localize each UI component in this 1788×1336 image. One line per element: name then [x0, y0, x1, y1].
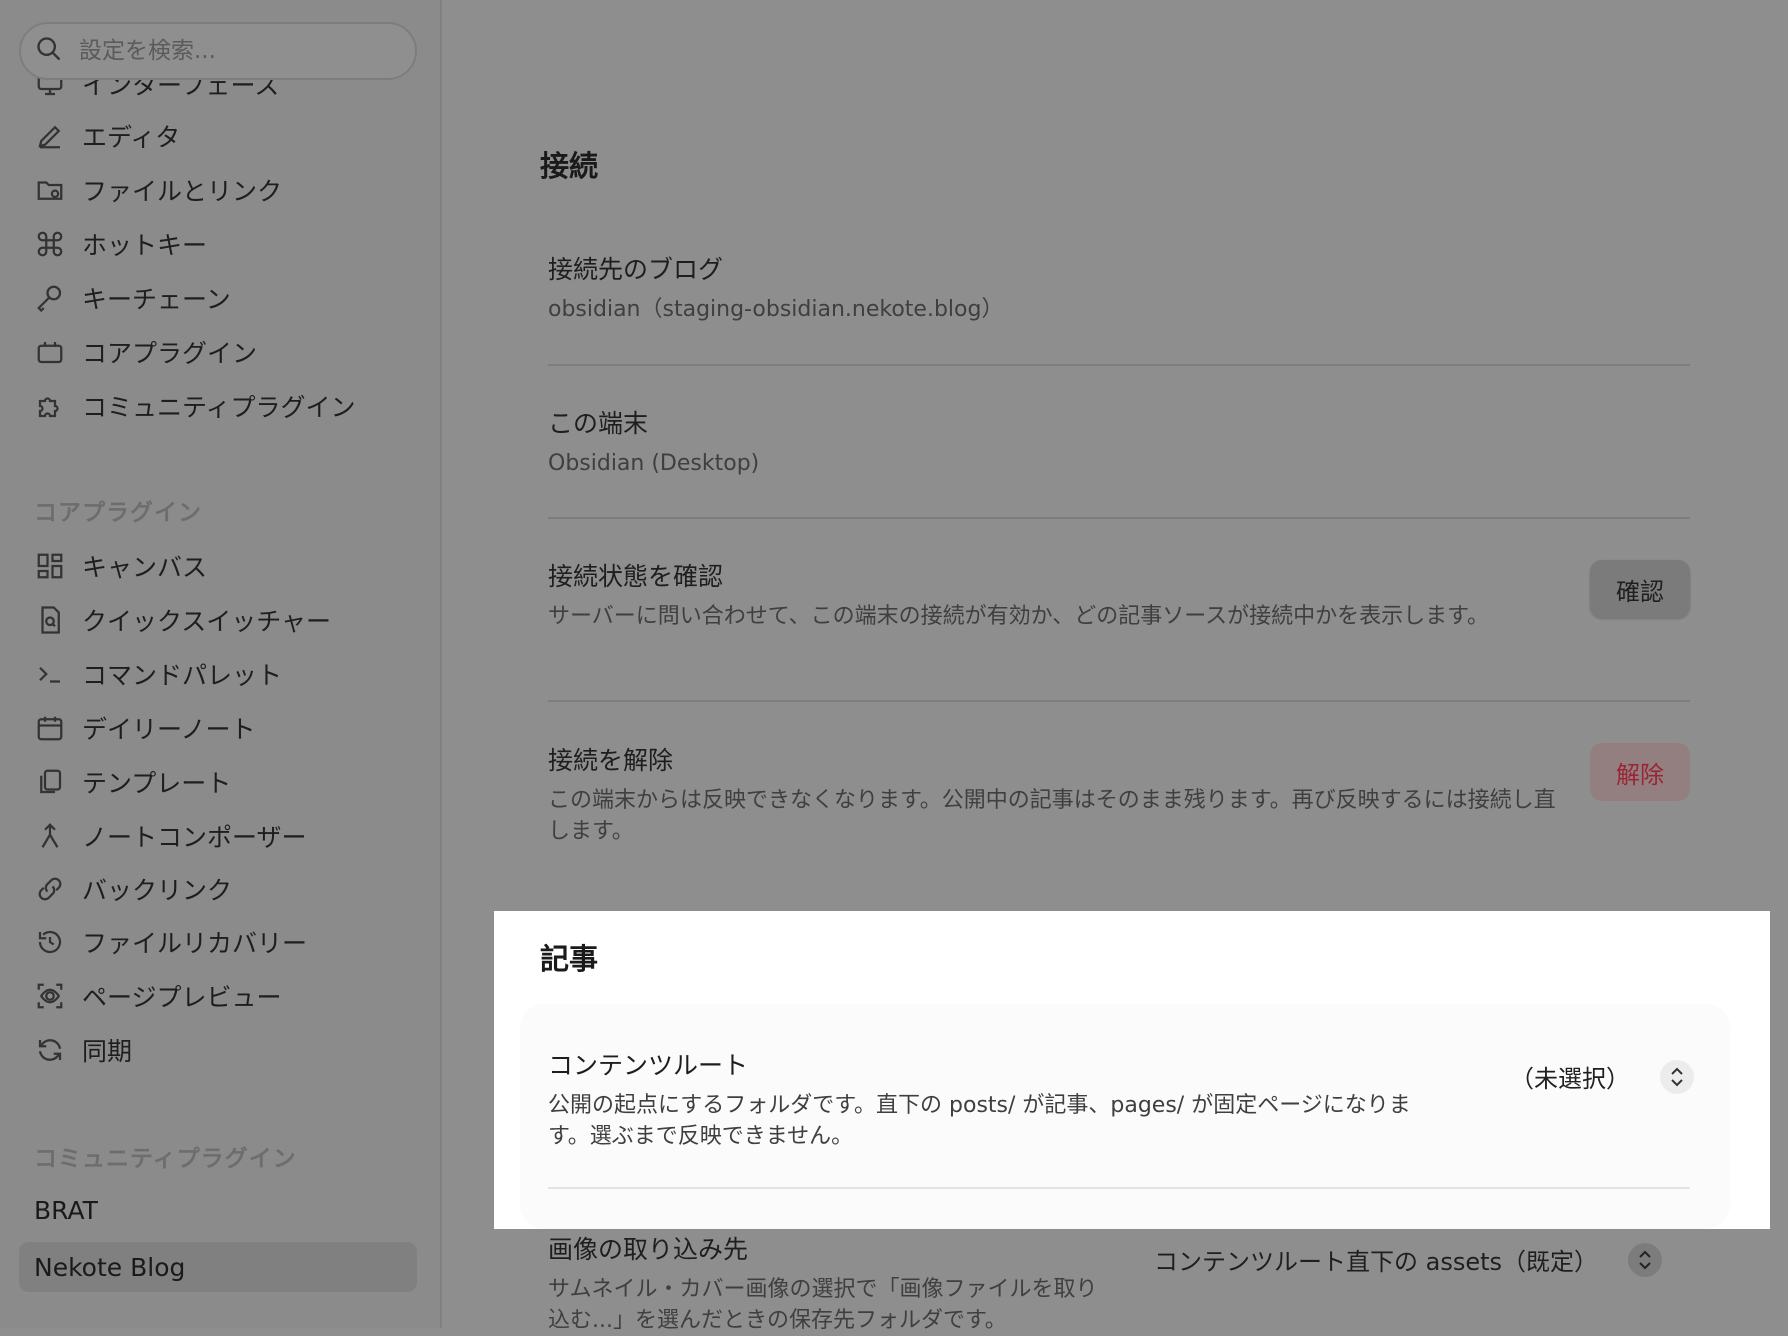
sidebar-item-community-plugins[interactable]: コミュニティプラグイン: [34, 386, 356, 426]
setting-title: 接続状態を確認: [548, 562, 724, 591]
select-value: （未選択）: [1510, 1065, 1630, 1093]
sidebar-item-page-preview[interactable]: ページプレビュー: [34, 976, 282, 1016]
sidebar-item-label: キャンバス: [82, 553, 208, 582]
setting-this-device: この端末 Obsidian (Desktop): [548, 404, 1690, 479]
setting-connected-blog: 接続先のブログ obsidian（staging-obsidian.nekote…: [548, 250, 1690, 325]
merge-icon: [34, 820, 66, 852]
setting-image-destination: 画像の取り込み先 サムネイル・カバー画像の選択で「画像ファイルを取り込む...」…: [548, 1230, 1108, 1336]
terminal-icon: [34, 658, 66, 690]
sidebar-item-label: ページプレビュー: [82, 983, 282, 1012]
sidebar-item-nekote-blog[interactable]: Nekote Blog: [19, 1242, 417, 1292]
setting-title: 接続を解除: [548, 746, 674, 775]
sidebar-item-hotkeys[interactable]: ホットキー: [34, 224, 207, 264]
chevron-up-down-icon: [1660, 1059, 1694, 1094]
settings-search[interactable]: [19, 22, 417, 80]
backlink-icon: [34, 873, 66, 905]
setting-desc: サーバーに問い合わせて、この端末の接続が有効か、どの記事ソースが接続中かを表示し…: [548, 604, 1489, 629]
setting-desc: 公開の起点にするフォルダです。直下の posts/ が記事、pages/ が固定…: [548, 1093, 1411, 1149]
setting-desc: サムネイル・カバー画像の選択で「画像ファイルを取り込む...」を選んだときの保存…: [548, 1277, 1098, 1333]
community-plugins-heading: コミュニティプラグイン: [34, 1146, 297, 1172]
divider: [548, 700, 1690, 702]
pencil-icon: [34, 120, 66, 152]
setting-check-connection: 接続状態を確認 サーバーに問い合わせて、この端末の接続が有効か、どの記事ソースが…: [548, 557, 1528, 632]
setting-value: obsidian（staging-obsidian.nekote.blog）: [548, 297, 1004, 322]
sidebar-item-templates[interactable]: テンプレート: [34, 762, 231, 802]
divider: [548, 1187, 1690, 1189]
sidebar-item-label: キーチェーン: [82, 285, 231, 314]
file-search-icon: [34, 604, 66, 636]
sidebar-item-sync[interactable]: 同期: [34, 1030, 132, 1070]
setting-title: この端末: [548, 409, 649, 438]
setting-content-root: コンテンツルート 公開の起点にするフォルダです。直下の posts/ が記事、p…: [548, 1046, 1448, 1152]
sidebar-item-label: コアプラグイン: [82, 339, 258, 368]
divider: [548, 364, 1690, 366]
sidebar-item-label: ファイルリカバリー: [82, 929, 308, 958]
divider: [548, 517, 1690, 519]
files-icon: [34, 766, 66, 798]
sidebar-item-command-palette[interactable]: コマンドパレット: [34, 654, 282, 694]
setting-title: 接続先のブログ: [548, 255, 724, 284]
sidebar-item-label: ノートコンポーザー: [82, 823, 307, 852]
calendar-box-icon: [34, 336, 66, 368]
layout-dashboard-icon: [34, 550, 66, 582]
core-plugins-heading: コアプラグイン: [34, 500, 202, 526]
sidebar-item-label: ホットキー: [82, 231, 208, 260]
sidebar-item-label: テンプレート: [82, 769, 232, 798]
key-icon: [34, 282, 66, 314]
connection-heading: 接続: [540, 149, 599, 183]
sidebar-item-label: ファイルとリンク: [82, 177, 283, 206]
content-root-select[interactable]: （未選択）: [1510, 1059, 1694, 1094]
scan-eye-icon: [34, 980, 66, 1012]
setting-disconnect: 接続を解除 この端末からは反映できなくなります。公開中の記事はそのまま残ります。…: [548, 741, 1558, 847]
sidebar-item-canvas[interactable]: キャンバス: [34, 546, 207, 586]
sidebar-item-editor[interactable]: エディタ: [34, 116, 180, 156]
folder-gear-icon: [34, 174, 66, 206]
search-icon: [35, 35, 63, 67]
sidebar-item-file-recovery[interactable]: ファイルリカバリー: [34, 922, 307, 962]
sidebar-item-label: デイリーノート: [82, 715, 256, 744]
sidebar-item-label: 同期: [82, 1037, 133, 1066]
sidebar-item-note-composer[interactable]: ノートコンポーザー: [34, 816, 307, 856]
sidebar-item-label: コミュニティプラグイン: [82, 393, 356, 422]
setting-value: Obsidian (Desktop): [548, 451, 760, 476]
settings-sidebar: インターフェース エディタ ファイルとリンク ホットキー キーチェーン コアプラ…: [0, 0, 442, 1328]
sidebar-item-label: バックリンク: [82, 876, 233, 905]
sidebar-item-label: クイックスイッチャー: [82, 607, 332, 636]
chevron-up-down-icon: [1628, 1242, 1663, 1277]
history-icon: [34, 926, 66, 958]
setting-title: コンテンツルート: [548, 1051, 749, 1080]
sidebar-item-core-plugins[interactable]: コアプラグイン: [34, 332, 257, 372]
confirm-button[interactable]: 確認: [1590, 560, 1690, 618]
sidebar-item-daily-notes[interactable]: デイリーノート: [34, 708, 256, 748]
setting-desc: この端末からは反映できなくなります。公開中の記事はそのまま残ります。再び反映する…: [548, 788, 1556, 844]
sidebar-item-keychain[interactable]: キーチェーン: [34, 278, 231, 318]
disconnect-button[interactable]: 解除: [1590, 743, 1690, 801]
calendar-icon: [34, 712, 66, 744]
sidebar-item-label: Nekote Blog: [34, 1252, 186, 1282]
sidebar-item-label: コマンドパレット: [82, 661, 283, 690]
sidebar-item-backlinks[interactable]: バックリンク: [34, 869, 232, 909]
setting-title: 画像の取り込み先: [548, 1235, 749, 1264]
command-icon: [34, 228, 66, 260]
puzzle-icon: [34, 390, 66, 422]
select-value: コンテンツルート直下の assets（既定）: [1154, 1248, 1599, 1276]
sidebar-item-brat[interactable]: BRAT: [34, 1196, 98, 1225]
refresh-icon: [34, 1034, 66, 1066]
search-input[interactable]: [77, 37, 401, 65]
sidebar-item-files-links[interactable]: ファイルとリンク: [34, 170, 282, 210]
sidebar-item-quick-switcher[interactable]: クイックスイッチャー: [34, 600, 331, 640]
sidebar-item-label: エディタ: [82, 123, 181, 152]
articles-heading: 記事: [540, 942, 599, 976]
image-destination-select[interactable]: コンテンツルート直下の assets（既定）: [1154, 1242, 1663, 1277]
